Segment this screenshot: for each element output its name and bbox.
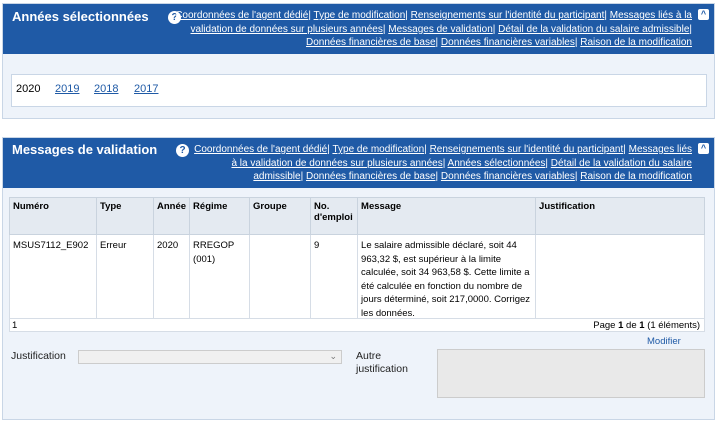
link-raison-modification[interactable]: Raison de la modification xyxy=(580,171,692,182)
link-detail-salaire[interactable]: Détail de la validation du salaire admis… xyxy=(498,24,689,35)
validation-panel-title: Messages de validation xyxy=(12,142,158,157)
cell-groupe xyxy=(249,234,312,325)
validation-panel-nav-links: Coordonnées de l'agent dédié| Type de mo… xyxy=(194,144,692,182)
years-panel: Années sélectionnées ? Coordonnées de l'… xyxy=(2,3,715,119)
col-header-regime[interactable]: Régime xyxy=(189,197,251,235)
table-footer: 1 Page 1 de 1 (1 éléments) xyxy=(9,318,705,332)
autre-justification-textarea[interactable] xyxy=(437,349,705,398)
year-link[interactable]: 2017 xyxy=(134,83,158,95)
justification-select[interactable]: ⌄ xyxy=(78,350,342,364)
col-header-numero[interactable]: Numéro xyxy=(9,197,97,235)
year-link[interactable]: 2019 xyxy=(55,83,79,95)
col-header-justification[interactable]: Justification xyxy=(535,197,705,235)
link-donnees-variables[interactable]: Données financières variables xyxy=(441,37,575,48)
collapse-icon[interactable]: ^ xyxy=(698,143,709,154)
pager: Page 1 de 1 (1 éléments) xyxy=(593,320,700,331)
link-donnees-variables[interactable]: Données financières variables xyxy=(441,171,575,182)
row-count: 1 xyxy=(12,320,18,331)
pager-suffix: (1 éléments) xyxy=(644,320,700,331)
cell-annee: 2020 xyxy=(152,234,191,325)
col-header-type[interactable]: Type xyxy=(96,197,154,235)
col-header-groupe[interactable]: Groupe xyxy=(249,197,312,235)
link-type-modification[interactable]: Type de modification xyxy=(332,144,424,155)
link-coordonnees-agent[interactable]: Coordonnées de l'agent dédié xyxy=(194,144,327,155)
cell-message: Le salaire admissible déclaré, soit 44 9… xyxy=(357,234,537,325)
modifier-link[interactable]: Modifier xyxy=(647,336,681,347)
col-header-annee[interactable]: Année xyxy=(152,197,191,235)
chevron-down-icon: ⌄ xyxy=(329,351,337,361)
collapse-icon[interactable]: ^ xyxy=(698,9,709,20)
justification-label: Justification xyxy=(11,350,66,362)
link-type-modification[interactable]: Type de modification xyxy=(314,10,406,21)
col-header-message[interactable]: Message xyxy=(357,197,537,235)
years-panel-nav-links: Coordonnées de l'agent dédié| Type de mo… xyxy=(175,10,692,48)
cell-justification xyxy=(535,234,705,325)
table-row[interactable]: MSUS7112_E902 Erreur 2020 RREGOP (001) 9… xyxy=(9,234,705,325)
validation-messages-table: Numéro Type Année Régime Groupe No. d'em… xyxy=(9,197,705,325)
help-icon[interactable]: ? xyxy=(176,144,189,157)
year-link[interactable]: 2018 xyxy=(94,83,118,95)
years-panel-header: Années sélectionnées ? Coordonnées de l'… xyxy=(3,4,714,54)
col-header-no-emploi[interactable]: No. d'emploi xyxy=(310,197,359,235)
cell-no-emploi: 9 xyxy=(310,234,359,325)
link-donnees-base[interactable]: Données financières de base xyxy=(306,171,436,182)
years-list: 2020 2019 2018 2017 xyxy=(11,74,707,107)
autre-justification-label: Autre justification xyxy=(356,350,408,375)
cell-regime: RREGOP (001) xyxy=(189,234,251,325)
pager-of: de xyxy=(623,320,640,331)
link-raison-modification[interactable]: Raison de la modification xyxy=(580,37,692,48)
link-donnees-base[interactable]: Données financières de base xyxy=(306,37,436,48)
link-annees-selectionnees[interactable]: Années sélectionnées xyxy=(448,158,546,169)
pager-prefix: Page xyxy=(593,320,619,331)
link-messages-validation[interactable]: Messages de validation xyxy=(388,24,493,35)
link-coordonnees-agent[interactable]: Coordonnées de l'agent dédié xyxy=(175,10,308,21)
link-renseignements-identite[interactable]: Renseignements sur l'identité du partici… xyxy=(430,144,624,155)
validation-panel-header: Messages de validation ? Coordonnées de … xyxy=(3,138,714,188)
year-selected: 2020 xyxy=(16,83,41,95)
years-panel-title: Années sélectionnées xyxy=(12,9,149,24)
link-renseignements-identite[interactable]: Renseignements sur l'identité du partici… xyxy=(411,10,605,21)
cell-type: Erreur xyxy=(96,234,154,325)
cell-numero: MSUS7112_E902 xyxy=(9,234,97,325)
